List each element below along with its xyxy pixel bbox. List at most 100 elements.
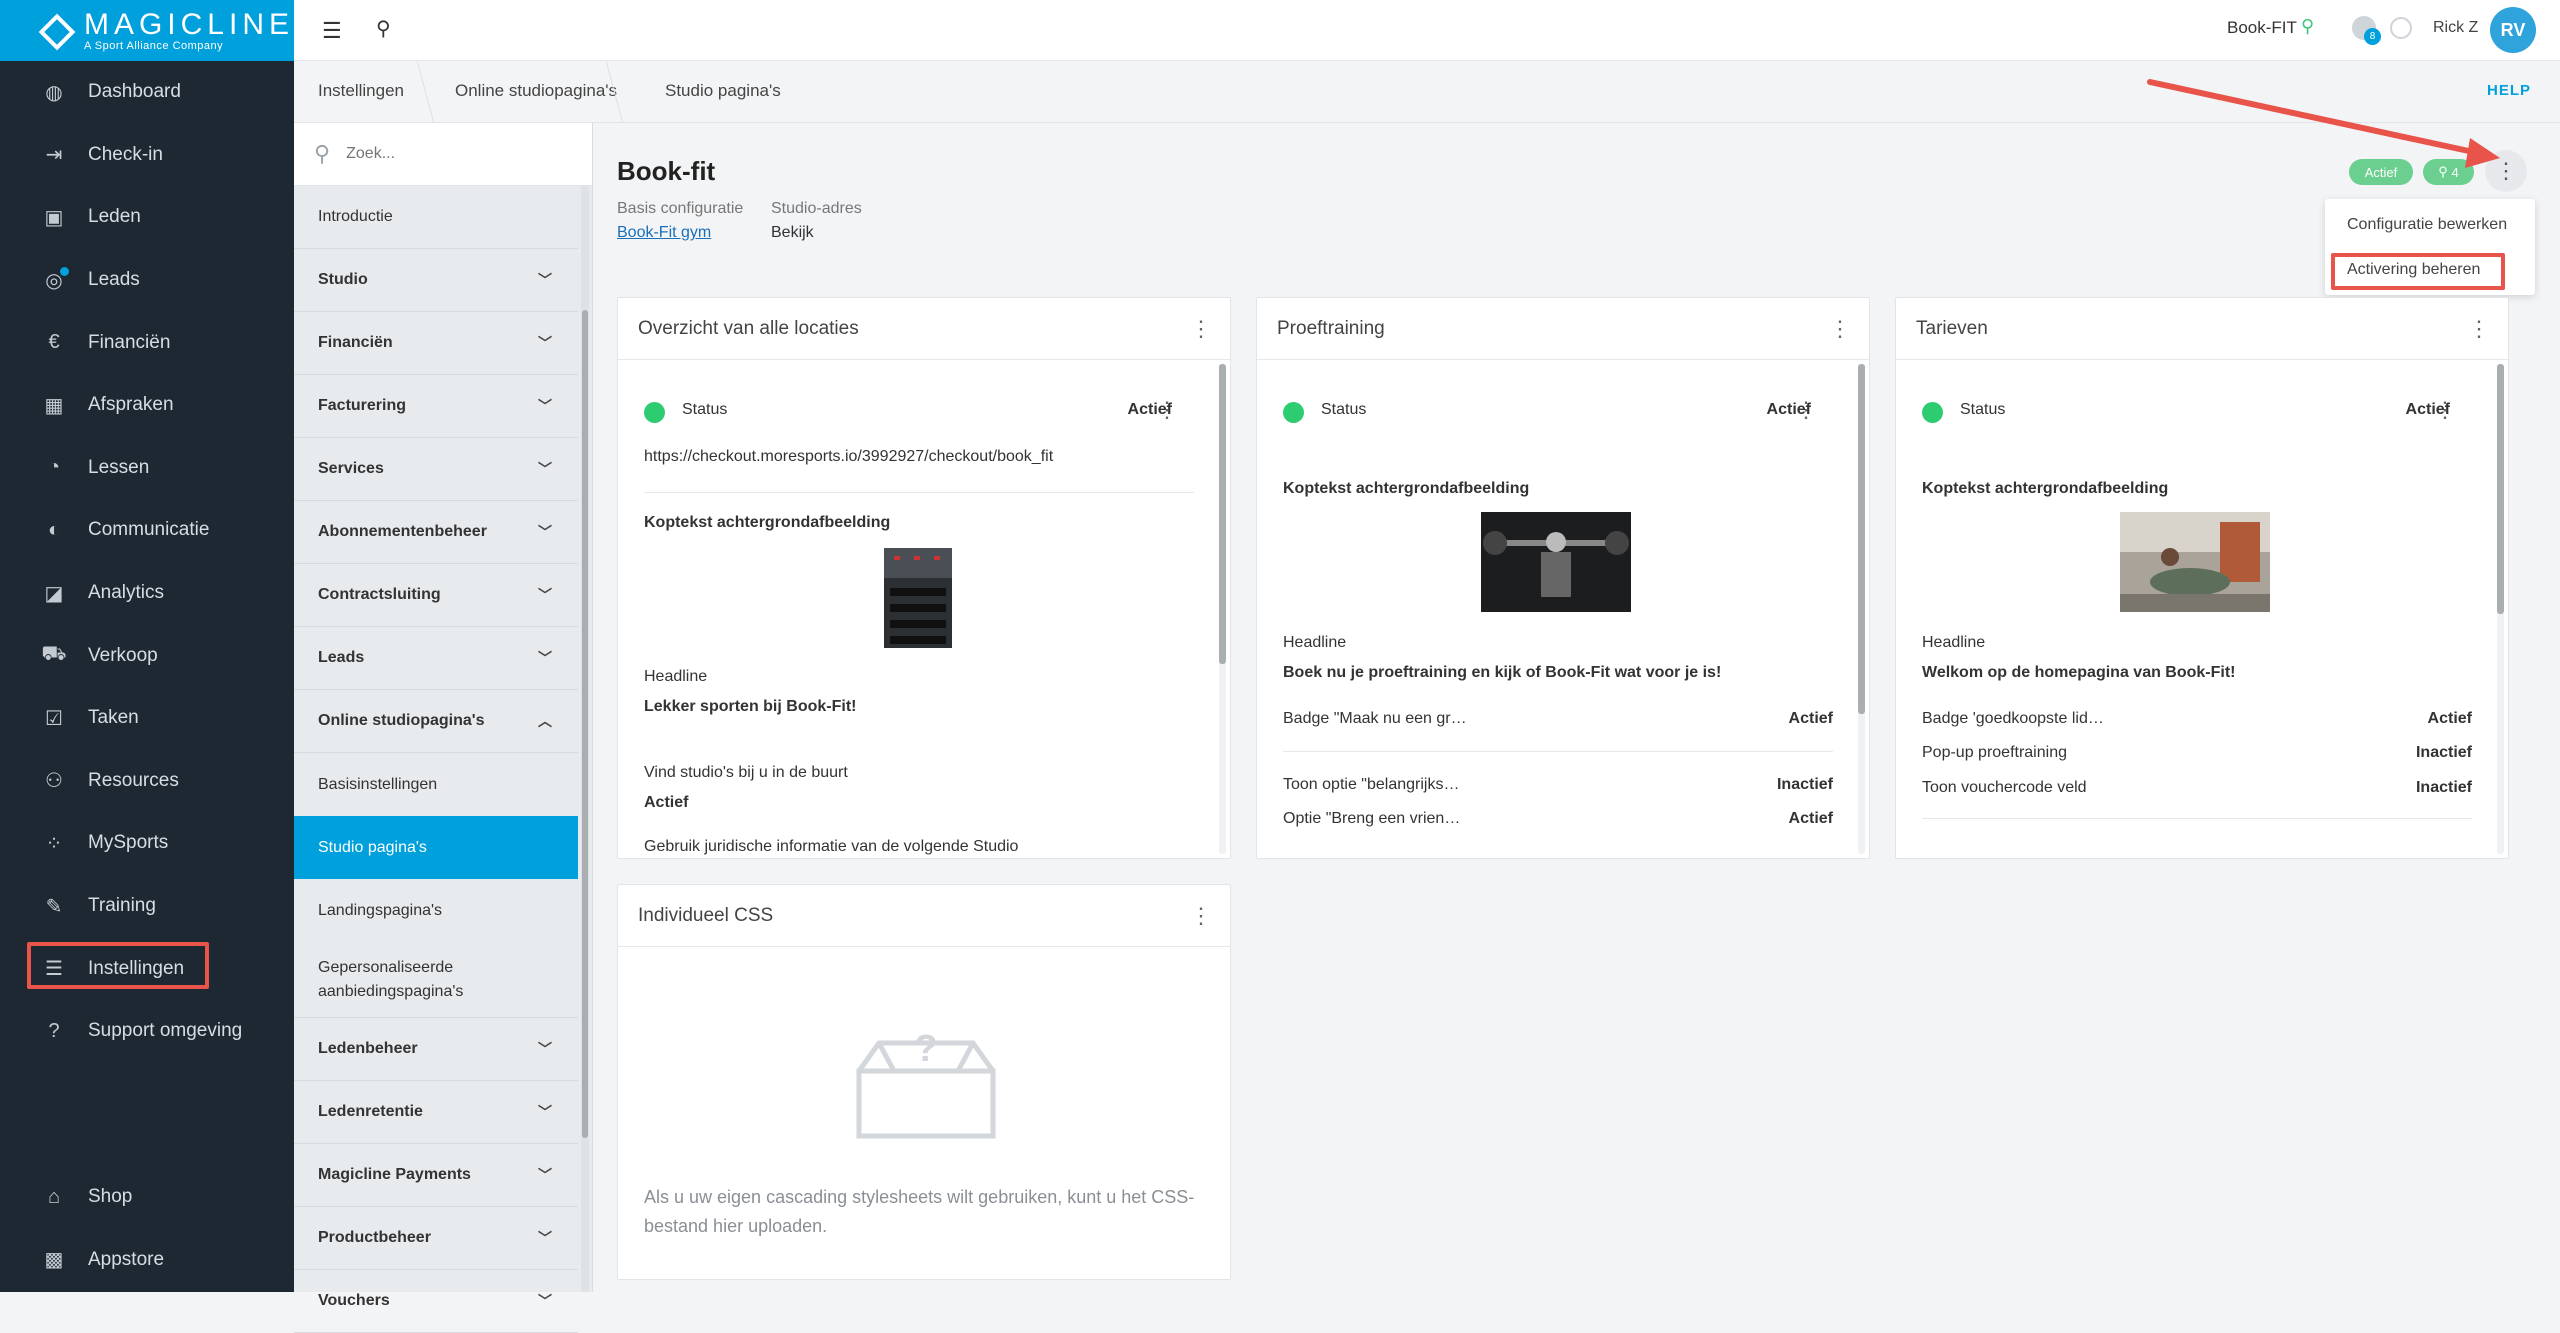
setting-label: Optie "Breng een vrien… (1283, 810, 1461, 827)
card-scrollbar-thumb[interactable] (2497, 364, 2504, 614)
subnav-item-basisinstellingen[interactable]: Basisinstellingen (294, 753, 578, 816)
nav-item-taken[interactable]: ☑ Taken (0, 687, 294, 750)
subnav-item-gepersonaliseerde-aanbiedingspagina-s[interactable]: Gepersonaliseerde aanbiedingspagina's (294, 942, 578, 1018)
setting-value: Actief (1788, 810, 1833, 827)
breadcrumb-item-instellingen[interactable]: Instellingen (318, 81, 404, 101)
clock-icon[interactable] (2390, 17, 2412, 39)
nav-item-training[interactable]: ✎ Training (0, 875, 294, 938)
subnav-scrollbar-thumb[interactable] (582, 310, 588, 1138)
search-icon[interactable]: ⚲ (376, 16, 391, 41)
chevron-down-icon[interactable]: ﹀ (538, 1291, 552, 1311)
setting-value: Inactief (2415, 779, 2472, 796)
bg-image-label: Koptekst achtergrondafbeelding (1283, 480, 1833, 498)
bg-image-label-text: Koptekst achtergrondafbeelding (1922, 480, 2169, 497)
chevron-down-icon[interactable]: ﹀ (538, 522, 552, 542)
card-scrollbar[interactable] (1219, 364, 1226, 854)
subnav-scrollbar[interactable] (581, 186, 589, 1292)
help-link[interactable]: HELP (2487, 82, 2531, 99)
status-menu-icon[interactable]: ⋮ (1795, 397, 1817, 423)
nav-item-label: Leden (88, 206, 141, 228)
status-menu-icon[interactable]: ⋮ (2434, 397, 2456, 423)
hamburger-menu-icon[interactable]: ☰ (322, 18, 342, 44)
card-scrollbar[interactable] (2497, 364, 2504, 854)
nav-item-check-in[interactable]: ⇥ Check-in (0, 124, 294, 187)
nav-item-afspraken[interactable]: ▦ Afspraken (0, 374, 294, 437)
subnav-item-landingspagina-s[interactable]: Landingspagina's (294, 879, 578, 942)
subnav-item-financi-n[interactable]: Financiën ﹀ (294, 312, 578, 375)
nav-item-support-omgeving[interactable]: ? Support omgeving (0, 1000, 294, 1063)
chevron-down-icon[interactable]: ﹀ (538, 1165, 552, 1185)
subnav-item-facturering[interactable]: Facturering ﹀ (294, 375, 578, 438)
card-menu-icon[interactable]: ⋮ (1190, 316, 1212, 342)
subnav-item-productbeheer[interactable]: Productbeheer ﹀ (294, 1207, 578, 1270)
nav-item-financi-n[interactable]: € Financiën (0, 311, 294, 374)
chevron-down-icon[interactable]: ﹀ (538, 1039, 552, 1059)
card-menu-icon[interactable]: ⋮ (1829, 316, 1851, 342)
card-header: Individueel CSS ⋮ (618, 885, 1230, 947)
nav-item-communicatie[interactable]: ◐ Communicatie (0, 499, 294, 562)
nav-item-lessen[interactable]: ◔ Lessen (0, 437, 294, 500)
nav-item-shop[interactable]: ⌂ Shop (0, 1166, 294, 1229)
subnav-item-leads[interactable]: Leads ﹀ (294, 627, 578, 690)
setting-value: Actief (1788, 710, 1833, 727)
chevron-down-icon[interactable]: ﹀ (538, 270, 552, 290)
subnav-item-label: Studio (318, 271, 368, 288)
chevron-down-icon[interactable]: ﹀ (538, 1228, 552, 1248)
headline-label: Headline (1922, 634, 2472, 652)
page-actions-menu-button[interactable]: ⋮ (2485, 150, 2527, 192)
subnav-item-services[interactable]: Services ﹀ (294, 438, 578, 501)
subnav-item-abonnementenbeheer[interactable]: Abonnementenbeheer ﹀ (294, 501, 578, 564)
chevron-down-icon[interactable]: ﹀ (538, 333, 552, 353)
card-menu-icon[interactable]: ⋮ (1190, 903, 1212, 929)
subnav-item-label: Leads (318, 649, 365, 666)
subnav-item-introductie[interactable]: Introductie (294, 186, 578, 249)
headline-label-text: Headline (644, 668, 708, 685)
card-scrollbar-thumb[interactable] (1219, 364, 1226, 664)
user-avatar[interactable]: RV (2490, 7, 2536, 53)
card-title: Individueel CSS (638, 904, 774, 926)
leads-notification-dot (60, 266, 69, 276)
subnav-item-ledenbeheer[interactable]: Ledenbeheer ﹀ (294, 1018, 578, 1081)
card-scrollbar-thumb[interactable] (1858, 364, 1865, 714)
breadcrumb-item-online-studiopaginas[interactable]: Online studiopagina's (455, 81, 617, 101)
divider (1283, 751, 1833, 752)
subnav-item-magicline-payments[interactable]: Magicline Payments ﹀ (294, 1144, 578, 1207)
nav-item-dashboard[interactable]: ◍ Dashboard (0, 61, 294, 124)
nav-item-verkoop[interactable]: ⛟ Verkoop (0, 624, 294, 687)
page-title: Book-fit (617, 156, 716, 186)
nav-item-leden[interactable]: ▣ Leden (0, 186, 294, 249)
nav-item-leads[interactable]: ◎ Leads (0, 249, 294, 312)
basis-config-link[interactable]: Book-Fit gym (617, 224, 711, 241)
subnav-item-vouchers[interactable]: Vouchers ﹀ (294, 1270, 578, 1333)
card-menu-icon[interactable]: ⋮ (2468, 316, 2490, 342)
dumbbell-icon: ✎ (45, 895, 63, 918)
user-name[interactable]: Rick Z (2433, 19, 2478, 37)
magicline-logo[interactable]: MAGICLINE A Sport Alliance Company (0, 0, 294, 61)
nav-item-analytics[interactable]: ◪ Analytics (0, 562, 294, 625)
chevron-down-icon[interactable]: ﹀ (538, 1102, 552, 1122)
chevron-down-icon[interactable]: ﹀ (538, 396, 552, 416)
subnav-search-input[interactable] (344, 144, 545, 164)
chevron-up-icon[interactable]: ︿ (538, 711, 552, 731)
nav-item-appstore[interactable]: ▩ Appstore (0, 1229, 294, 1292)
nav-item-mysports[interactable]: ⁘ MySports (0, 812, 294, 875)
nav-item-resources[interactable]: ⚇ Resources (0, 750, 294, 813)
card-scrollbar[interactable] (1858, 364, 1865, 854)
nearby-label-text: Vind studio's bij u in de buurt (644, 764, 848, 781)
edit-configuration-option[interactable]: Configuratie bewerken (2347, 216, 2507, 234)
chevron-down-icon[interactable]: ﹀ (538, 459, 552, 479)
chevron-down-icon[interactable]: ﹀ (538, 585, 552, 605)
subnav-item-online-studiopagina-s[interactable]: Online studiopagina's ︿ (294, 690, 578, 753)
checkout-url-text[interactable]: https://checkout.moresports.io/3992927/c… (644, 448, 1053, 466)
studio-address-link[interactable]: Bekijk (771, 224, 814, 242)
studio-selector[interactable]: Book-FIT (2227, 18, 2297, 38)
trial-card: Proeftraining ⋮ Status Actief ⋮ Koptekst… (1256, 297, 1870, 859)
headline-label: Headline (1283, 634, 1833, 652)
members-icon: ▣ (44, 206, 64, 229)
status-menu-icon[interactable]: ⋮ (1156, 397, 1178, 423)
subnav-item-ledenretentie[interactable]: Ledenretentie ﹀ (294, 1081, 578, 1144)
subnav-item-studio-pagina-s[interactable]: Studio pagina's (294, 816, 578, 879)
subnav-item-studio[interactable]: Studio ﹀ (294, 249, 578, 312)
chevron-down-icon[interactable]: ﹀ (538, 648, 552, 668)
subnav-item-contractsluiting[interactable]: Contractsluiting ﹀ (294, 564, 578, 627)
